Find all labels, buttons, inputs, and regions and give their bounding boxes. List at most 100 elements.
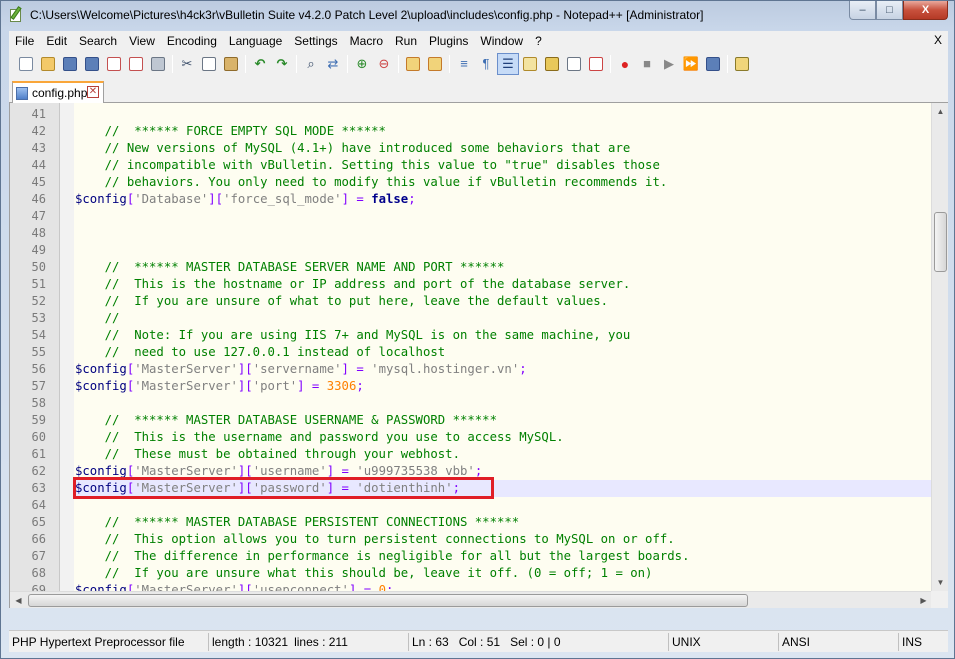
record-macro-button[interactable]: ● [614,53,636,75]
doc-map-button[interactable] [541,53,563,75]
code-token: ; [474,464,483,478]
minimize-button[interactable]: ‒ [849,1,876,20]
code-line[interactable]: 47 [10,208,948,225]
maximize-button[interactable]: □ [876,1,903,20]
menu-plugins[interactable]: Plugins [423,34,474,48]
indent-guide-button[interactable]: ☰ [497,52,519,75]
menu-file[interactable]: File [9,34,40,48]
code-line[interactable]: 55 // need to use 127.0.0.1 instead of l… [10,344,948,361]
toolbar-separator [172,54,173,73]
save-macro-button[interactable] [702,53,724,75]
replace-button[interactable]: ⇄ [322,53,344,75]
code-line[interactable]: 68 // If you are unsure what this should… [10,565,948,582]
menu-edit[interactable]: Edit [40,34,73,48]
code-line[interactable]: 41 [10,106,948,123]
line-number: 56 [31,362,46,376]
menu-search[interactable]: Search [73,34,123,48]
undo-button[interactable]: ↶ [249,53,271,75]
copy-button[interactable] [198,53,220,75]
code-token: 3306 [326,379,357,393]
function-list-button[interactable] [563,53,585,75]
code-line[interactable]: 54 // Note: If you are using IIS 7+ and … [10,327,948,344]
menu-bar: File Edit Search View Encoding Language … [9,31,948,51]
close-file-button[interactable] [103,53,125,75]
code-line[interactable]: 66 // This option allows you to turn per… [10,531,948,548]
code-line[interactable]: 58 [10,395,948,412]
title-bar[interactable]: C:\Users\Welcome\Pictures\h4ck3r\vBullet… [1,1,954,29]
notepadpp-app-icon[interactable] [8,6,24,23]
menu-window[interactable]: Window [474,34,529,48]
user-language-button[interactable] [519,53,541,75]
tab-config-php[interactable]: config.php ✕ [12,81,104,103]
code-line[interactable]: 57 $config['MasterServer']['port'] = 3306… [10,378,948,395]
code-line[interactable]: 42 // ****** FORCE EMPTY SQL MODE ****** [10,123,948,140]
code-line[interactable]: 49 [10,242,948,259]
line-code: // This is the username and password you… [75,429,564,446]
horizontal-scrollbar[interactable]: ◀ ▶ [10,591,932,608]
sync-vertical-button[interactable] [402,53,424,75]
code-line[interactable]: 56 $config['MasterServer']['servername'] … [10,361,948,378]
code-line[interactable]: 64 [10,497,948,514]
paste-button[interactable] [220,53,242,75]
code-line[interactable]: 48 [10,225,948,242]
play-multiple-button[interactable]: ⏩ [680,53,702,75]
code-line[interactable]: 59 // ****** MASTER DATABASE USERNAME & … [10,412,948,429]
menu-encoding[interactable]: Encoding [161,34,223,48]
folder-workspace-button[interactable] [585,53,607,75]
save-button[interactable] [59,53,81,75]
cut-button[interactable]: ✂ [176,53,198,75]
close-all-button[interactable] [125,53,147,75]
code-line[interactable]: 67 // The difference in performance is n… [10,548,948,565]
tab-label: config.php [32,86,88,100]
scroll-up-icon[interactable]: ▲ [932,103,948,120]
code-line[interactable]: 65 // ****** MASTER DATABASE PERSISTENT … [10,514,948,531]
code-line[interactable]: 45 // behaviors. You only need to modify… [10,174,948,191]
menu-macro[interactable]: Macro [344,34,389,48]
save-all-icon [85,56,99,71]
menu-view[interactable]: View [123,34,161,48]
code-line[interactable]: 51 // This is the hostname or IP address… [10,276,948,293]
code-line[interactable]: 44 // incompatible with vBulletin. Setti… [10,157,948,174]
stop-macro-button[interactable]: ■ [636,53,658,75]
status-insert-mode[interactable]: INS [899,633,944,651]
code-line[interactable]: 50 // ****** MASTER DATABASE SERVER NAME… [10,259,948,276]
close-document-button[interactable]: X [934,33,942,47]
code-line[interactable]: 61 // These must be obtained through you… [10,446,948,463]
code-line[interactable]: 43 // New versions of MySQL (4.1+) have … [10,140,948,157]
status-encoding[interactable]: ANSI [779,632,899,651]
code-token: 'MasterServer' [134,379,238,393]
play-macro-button[interactable]: ▶ [658,53,680,75]
line-code: // ****** MASTER DATABASE PERSISTENT CON… [75,514,520,531]
find-button[interactable]: ⌕ [300,53,322,75]
scroll-right-icon[interactable]: ▶ [915,592,932,608]
vertical-scrollbar[interactable]: ▲ ▼ [931,103,948,591]
scroll-down-icon[interactable]: ▼ [932,574,948,591]
annotation-highlight-box [73,477,494,499]
menu-settings[interactable]: Settings [288,34,343,48]
plugin-button[interactable] [731,53,753,75]
show-all-chars-button[interactable]: ¶ [475,53,497,75]
close-button[interactable]: X [903,1,948,20]
new-file-button[interactable] [15,53,37,75]
tab-close-icon[interactable]: ✕ [87,86,99,98]
scroll-left-icon[interactable]: ◀ [10,592,27,608]
code-line[interactable]: 46 $config['Database']['force_sql_mode'] … [10,191,948,208]
open-file-button[interactable] [37,53,59,75]
save-all-button[interactable] [81,53,103,75]
code-line[interactable]: 60 // This is the username and password … [10,429,948,446]
redo-button[interactable]: ↷ [271,53,293,75]
vertical-scroll-thumb[interactable] [934,212,947,272]
status-eol[interactable]: UNIX [669,632,779,651]
print-button[interactable] [147,53,169,75]
code-line[interactable]: 53 // [10,310,948,327]
horizontal-scroll-thumb[interactable] [28,594,748,607]
menu-run[interactable]: Run [389,34,423,48]
sync-horizontal-button[interactable] [424,53,446,75]
word-wrap-button[interactable]: ≡ [453,53,475,75]
code-editor[interactable]: 41 42 // ****** FORCE EMPTY SQL MODE ****… [9,103,948,608]
zoom-out-button[interactable]: ⊖ [373,53,395,75]
menu-help[interactable]: ? [529,34,548,48]
menu-language[interactable]: Language [223,34,288,48]
zoom-in-button[interactable]: ⊕ [351,53,373,75]
code-line[interactable]: 52 // If you are unsure of what to put h… [10,293,948,310]
